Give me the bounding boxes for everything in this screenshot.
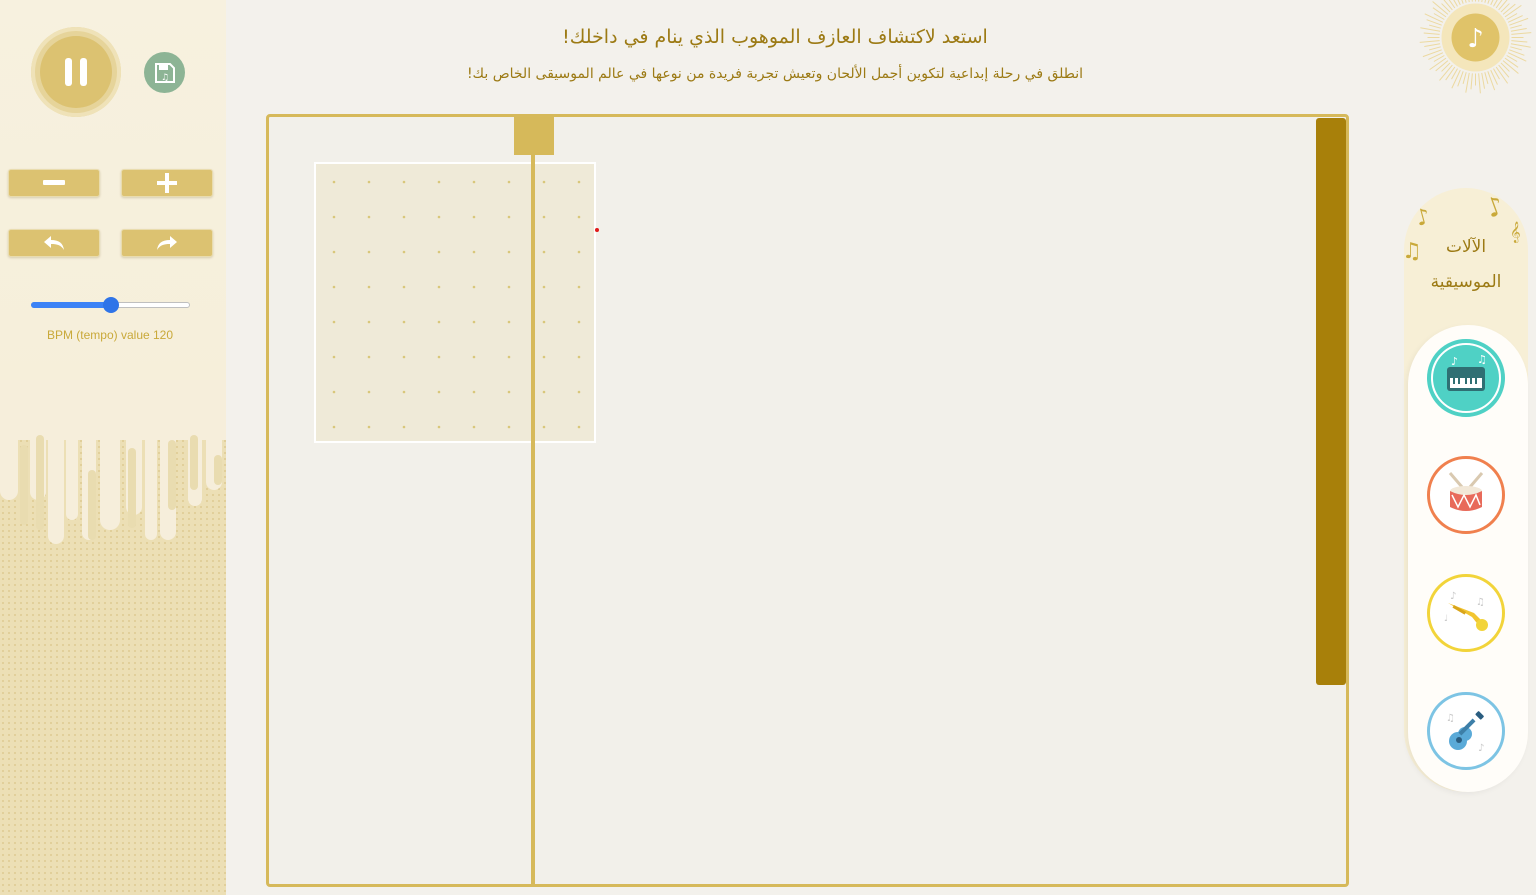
guitar-icon: ♫ ♪ — [1446, 711, 1484, 754]
cursor-marker — [595, 228, 599, 232]
svg-text:♪: ♪ — [1451, 355, 1458, 368]
redo-button[interactable] — [121, 229, 213, 257]
drum-icon — [1448, 472, 1484, 511]
tempo-slider-thumb[interactable] — [102, 297, 119, 313]
left-control-panel: ♫ BPM (tempo) value 120 — [0, 0, 226, 895]
note-grid[interactable] — [314, 162, 596, 443]
redo-arrow-icon — [157, 236, 177, 250]
svg-text:♩: ♩ — [1444, 614, 1448, 624]
instruments-title: الآلات الموسيقية — [1430, 237, 1502, 292]
save-button[interactable]: ♫ — [144, 52, 185, 93]
playhead-line — [531, 117, 535, 887]
board-scrollbar[interactable] — [1316, 118, 1346, 685]
music-note-icon: ♪ — [1467, 24, 1484, 54]
trumpet-button[interactable]: ♪ ♫ ♩ — [1427, 574, 1505, 652]
playhead-handle[interactable] — [514, 117, 554, 155]
svg-text:♪: ♪ — [1478, 743, 1484, 754]
trumpet-icon: ♪ ♫ ♩ — [1444, 591, 1488, 631]
guitar-button[interactable]: ♫ ♪ — [1427, 692, 1505, 770]
drip-decoration — [0, 380, 226, 895]
zoom-in-button[interactable] — [121, 169, 213, 197]
svg-text:♫: ♫ — [1476, 597, 1485, 608]
tempo-slider[interactable] — [31, 296, 190, 314]
grid-dots — [332, 180, 581, 429]
tempo-label: BPM (tempo) value 120 — [46, 328, 174, 342]
svg-text:♪: ♪ — [1450, 591, 1456, 602]
svg-text:♫: ♫ — [1446, 713, 1455, 724]
minus-icon — [43, 180, 65, 185]
drum-button[interactable] — [1427, 456, 1505, 534]
plus-icon — [157, 173, 177, 193]
pause-button[interactable] — [31, 27, 121, 117]
undo-button[interactable] — [8, 229, 100, 257]
piano-button[interactable]: ♪ ♫ — [1427, 339, 1505, 417]
svg-text:♫: ♫ — [160, 73, 168, 83]
svg-text:♫: ♫ — [1477, 353, 1487, 366]
piano-icon: ♪ ♫ — [1433, 345, 1499, 411]
page-title: استعد لاكتشاف العازف الموهوب الذي ينام ف… — [562, 26, 988, 48]
svg-text:♪: ♪ — [1413, 204, 1433, 232]
svg-text:♪: ♪ — [1482, 191, 1508, 225]
save-icon: ♫ — [154, 62, 175, 83]
zoom-out-button[interactable] — [8, 169, 100, 197]
page-subtitle: انطلق في رحلة إبداعية لتكوين أجمل الألحا… — [466, 66, 1084, 82]
pause-icon — [40, 36, 112, 108]
undo-arrow-icon — [44, 236, 64, 250]
music-note-button[interactable]: ♪ — [1418, 0, 1533, 95]
